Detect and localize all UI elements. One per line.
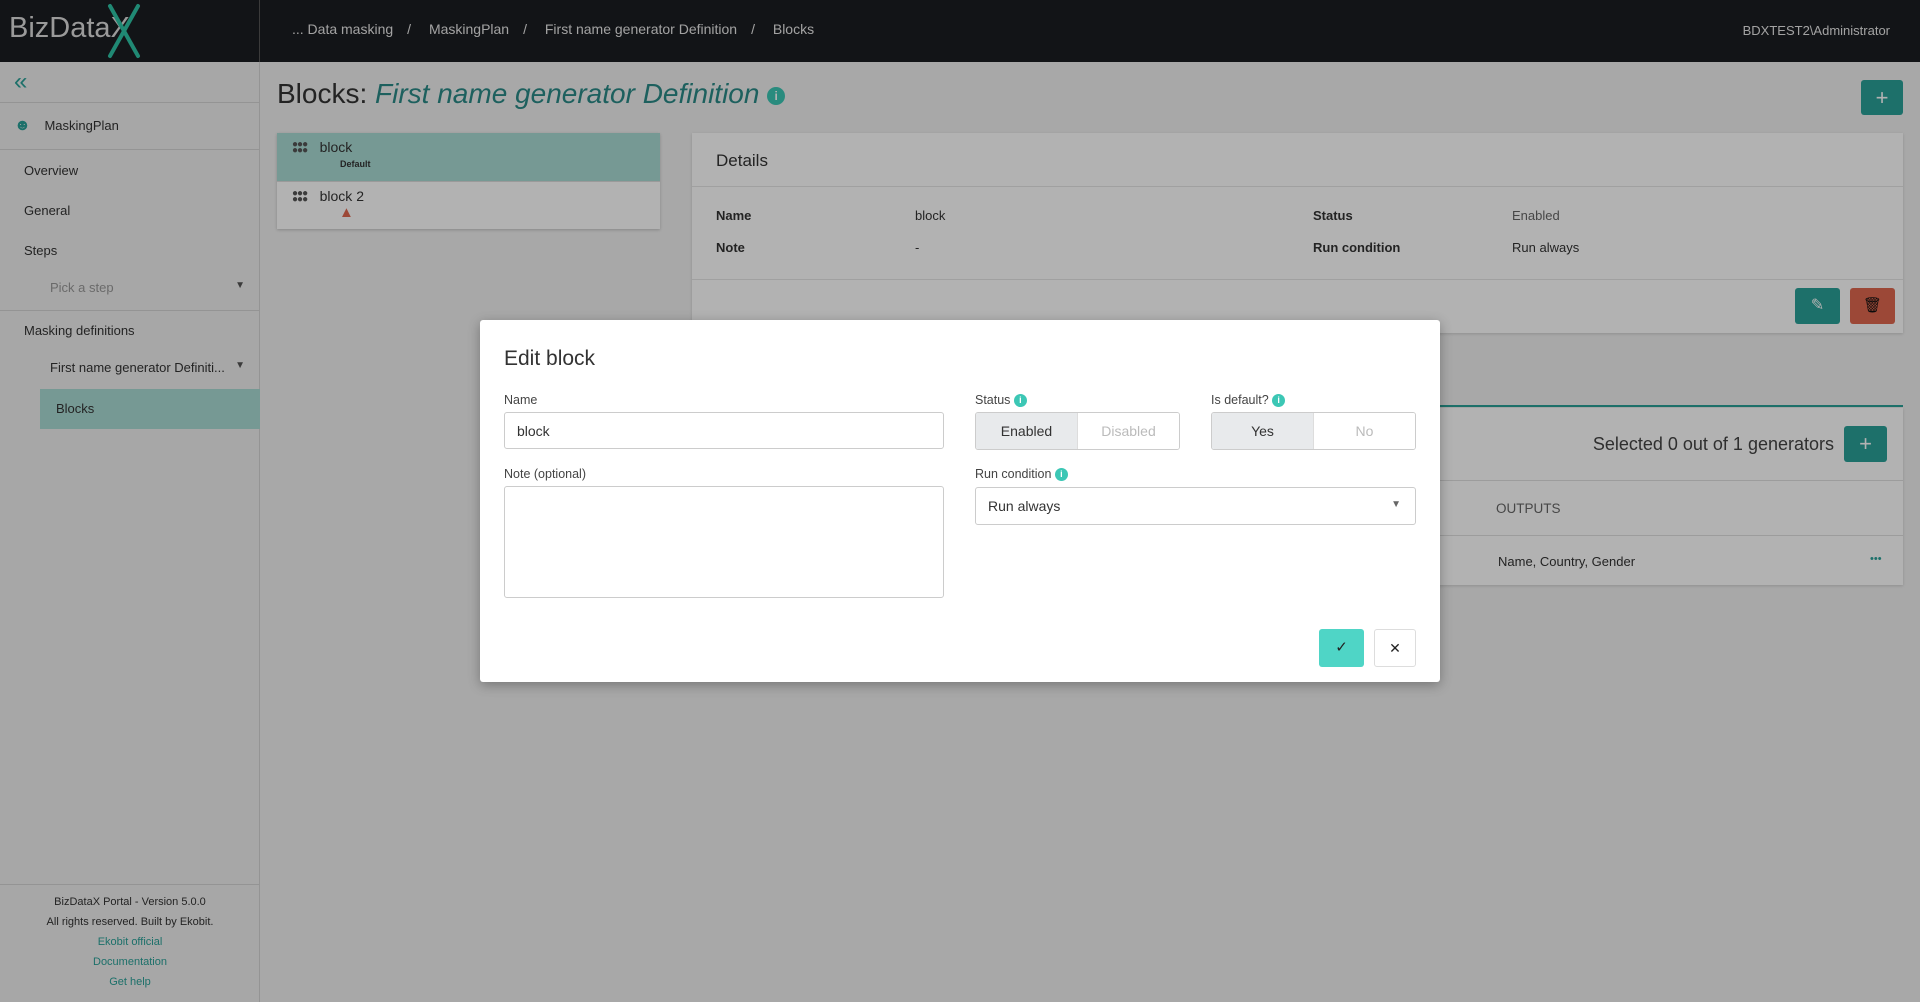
status-toggle: Enabled Disabled [975, 412, 1180, 450]
status-disabled-option[interactable]: Disabled [1078, 413, 1179, 449]
run-condition-label: Run condition i [975, 467, 1068, 482]
note-textarea[interactable] [504, 486, 944, 598]
info-icon[interactable]: i [1054, 468, 1068, 482]
modal-title: Edit block [504, 347, 596, 370]
name-input[interactable]: block [504, 412, 944, 449]
note-label: Note (optional) [504, 467, 586, 481]
status-enabled-option[interactable]: Enabled [976, 413, 1078, 449]
default-yes-option[interactable]: Yes [1212, 413, 1314, 449]
default-no-option[interactable]: No [1314, 413, 1415, 449]
run-condition-value: Run always [988, 498, 1061, 514]
info-icon[interactable]: i [1272, 394, 1286, 408]
is-default-toggle: Yes No [1211, 412, 1416, 450]
confirm-button[interactable]: ✓ [1319, 629, 1364, 667]
is-default-label: Is default? i [1211, 393, 1286, 408]
run-condition-label-text: Run condition [975, 467, 1052, 481]
edit-block-modal: Edit block Name block Note (optional) St… [480, 320, 1440, 682]
is-default-label-text: Is default? [1211, 393, 1269, 407]
status-label: Status i [975, 393, 1027, 408]
cancel-button[interactable]: ✕ [1374, 629, 1416, 667]
status-label-text: Status [975, 393, 1011, 407]
info-icon[interactable]: i [1013, 394, 1027, 408]
name-label: Name [504, 393, 538, 407]
caret-down-icon: ▼ [1391, 499, 1401, 510]
run-condition-select[interactable]: Run always ▼ [975, 487, 1416, 525]
